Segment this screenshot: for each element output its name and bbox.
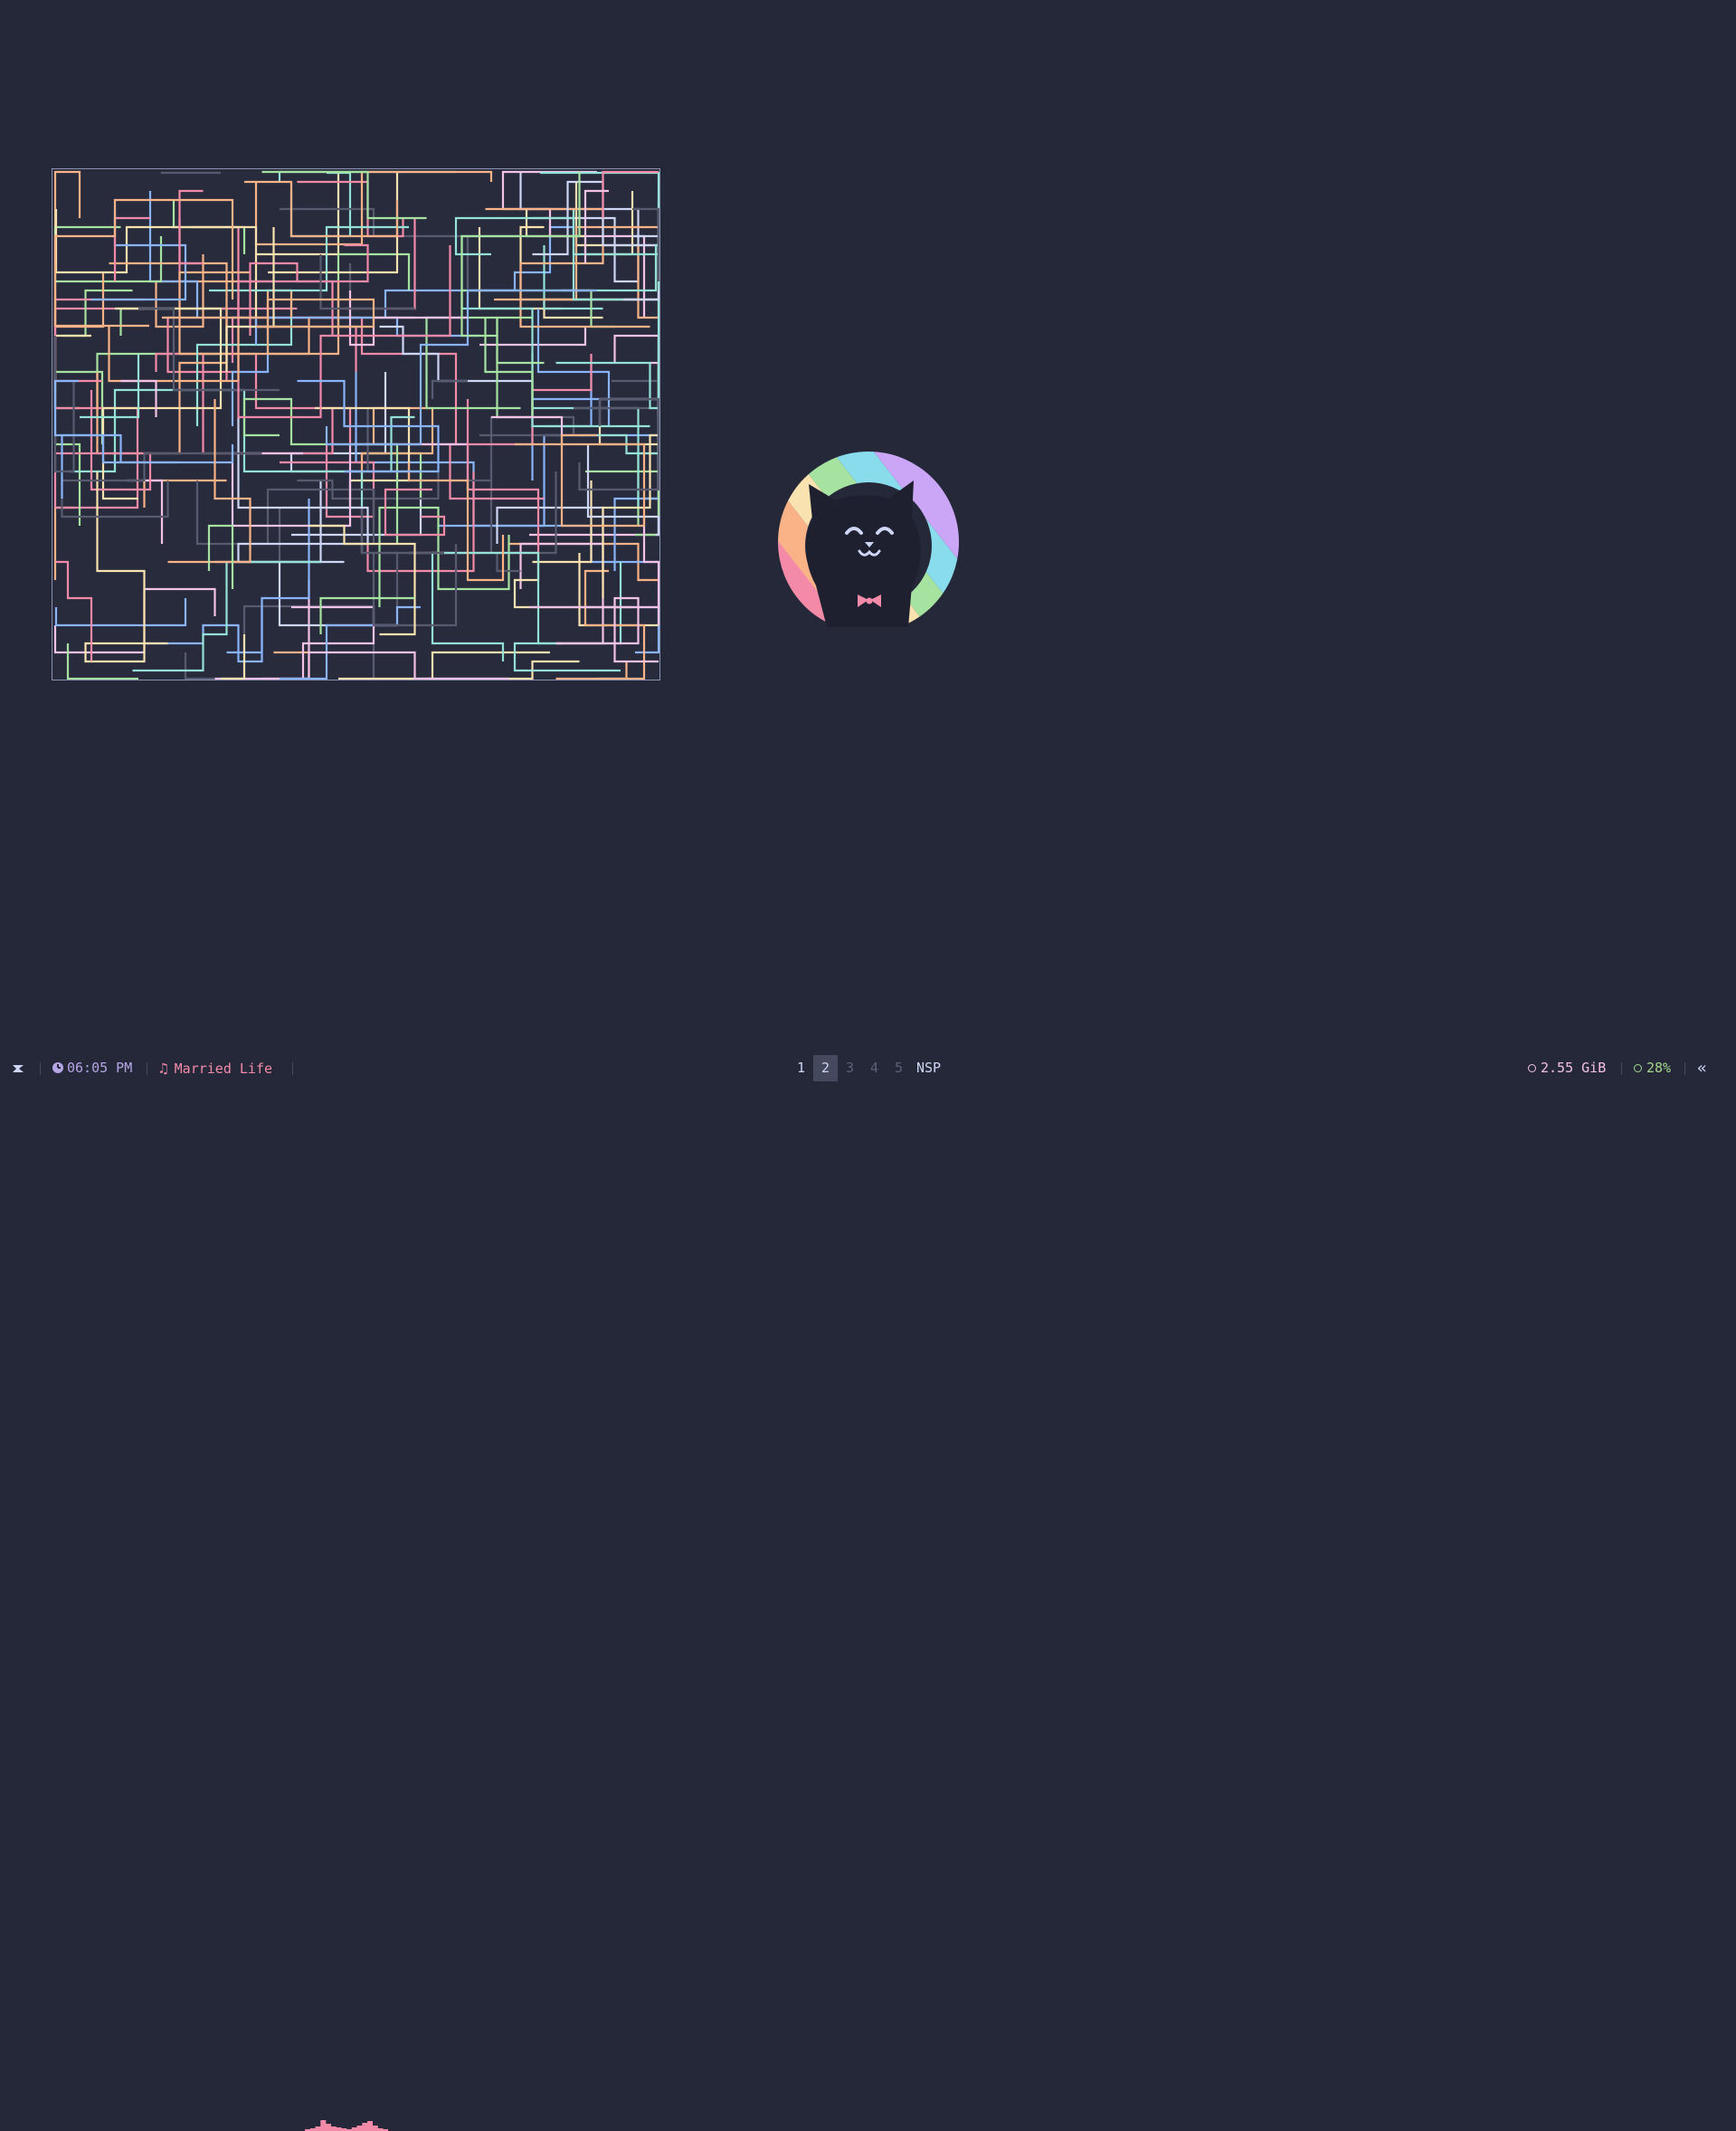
pipe-segment <box>53 298 145 383</box>
clock-icon <box>52 1062 63 1073</box>
pipe-segment <box>268 173 399 274</box>
pipe-segment <box>96 262 228 455</box>
clock-widget[interactable]: 06:05 PM <box>52 1055 132 1081</box>
memory-widget[interactable]: 2.55 GiB <box>1528 1055 1606 1081</box>
pipe-segment <box>344 218 416 310</box>
workspace-2[interactable]: 2 <box>813 1055 838 1081</box>
pipes-terminal-window[interactable] <box>52 168 660 680</box>
pipe-segment <box>613 334 659 417</box>
pipe-segment <box>484 316 534 419</box>
pipe-segment <box>319 596 415 634</box>
bar-divider <box>1684 1062 1685 1075</box>
pipes-animation <box>53 170 659 680</box>
pipe-segment <box>138 307 280 392</box>
pipe-segment <box>338 651 550 680</box>
workspace-switcher: 1 2 3 4 5 NSP <box>789 1055 941 1081</box>
battery-widget[interactable]: 28% <box>1634 1055 1671 1081</box>
pipe-segment <box>513 562 622 672</box>
pipe-segment <box>91 209 187 301</box>
music-note-icon: ♫ <box>159 1060 168 1077</box>
battery-value: 28% <box>1646 1060 1672 1076</box>
pipe-segment <box>178 271 415 356</box>
arch-launcher-icon[interactable] <box>11 1055 25 1081</box>
pipe-segment <box>431 379 468 399</box>
pipe-segment <box>160 171 221 175</box>
pipe-segment <box>54 598 187 627</box>
workspace-5[interactable]: 5 <box>887 1055 911 1081</box>
double-chevron-left-icon[interactable]: « <box>1697 1055 1707 1081</box>
workspace-1[interactable]: 1 <box>789 1055 813 1081</box>
pipe-segment <box>84 471 168 663</box>
pipe-segment <box>132 560 321 672</box>
pipe-segment <box>384 488 446 537</box>
visualizer-bar <box>320 2120 327 2131</box>
pipe-segment <box>579 605 659 654</box>
pipe-segment <box>53 506 74 580</box>
pipe-segment <box>355 372 659 564</box>
visualizer-bar <box>356 2126 363 2131</box>
desktop <box>0 0 1736 1081</box>
pipe-segment <box>496 471 557 573</box>
visualizer-bar <box>326 2124 331 2131</box>
pipe-segment <box>578 553 659 627</box>
visualizer-bar <box>315 2126 321 2131</box>
visualizer-bar <box>330 2126 337 2131</box>
visualizer-bar <box>372 2126 378 2131</box>
pipe-segment <box>602 170 659 218</box>
pipe-segment <box>53 336 75 473</box>
workspace-4[interactable]: 4 <box>862 1055 887 1081</box>
pipe-segments <box>53 170 659 680</box>
music-widget[interactable]: ♫ Married Life <box>159 1055 272 1081</box>
pipe-segment <box>221 634 246 680</box>
visualizer-bar <box>336 2127 342 2131</box>
visualizer-bar <box>362 2123 368 2131</box>
visualizer-bar <box>351 2127 357 2131</box>
catppuccin-cat-logo <box>778 452 959 627</box>
pipe-segment <box>291 605 375 679</box>
scratchpad-workspace[interactable]: NSP <box>911 1055 941 1081</box>
pipe-segment <box>261 170 427 220</box>
status-bar: 06:05 PM ♫ Married Life 1 2 3 4 5 NSP 2.55 GiB… <box>0 1055 1736 2131</box>
launcher-glyph <box>13 1065 24 1072</box>
pipe-segment <box>543 182 659 319</box>
bar-divider <box>292 1062 293 1075</box>
pipe-segment <box>531 397 659 480</box>
bar-divider <box>1621 1062 1622 1075</box>
clock-time: 06:05 PM <box>67 1060 133 1076</box>
workspace-3[interactable]: 3 <box>838 1055 862 1081</box>
pipe-segment <box>53 379 234 464</box>
bar-divider <box>40 1062 41 1075</box>
pipe-segment <box>539 171 659 256</box>
memory-icon <box>1528 1064 1536 1072</box>
music-title: Married Life <box>174 1061 273 1077</box>
visualizer-bar <box>367 2121 373 2131</box>
pipe-segment <box>207 524 234 589</box>
pipe-segment <box>574 379 659 410</box>
battery-icon <box>1634 1064 1642 1072</box>
pipe-segment <box>491 415 564 444</box>
memory-value: 2.55 GiB <box>1541 1060 1607 1076</box>
pipe-segment <box>261 651 310 680</box>
pipe-segment <box>308 651 509 680</box>
pipe-segment <box>62 289 133 338</box>
pipe-segment <box>96 307 228 408</box>
audio-visualizer-icon <box>305 2120 388 2131</box>
